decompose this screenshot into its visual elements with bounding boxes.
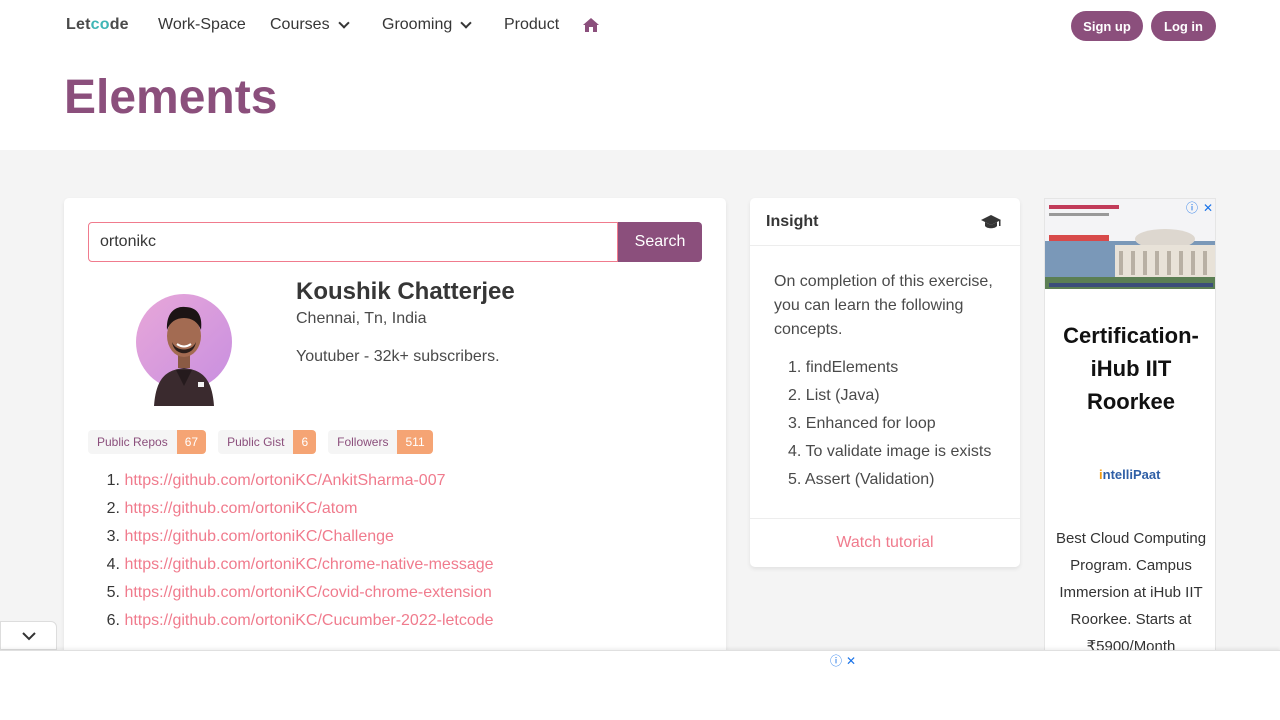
insight-title: Insight: [766, 213, 819, 230]
nav-label: Work-Space: [158, 16, 246, 33]
list-item: 4. To validate image is exists: [788, 440, 991, 468]
avatar: [136, 286, 232, 406]
bottom-ad-banner[interactable]: ⓘ ✕: [0, 650, 1280, 720]
ad-title[interactable]: Certification-iHub IIT Roorkee: [1045, 319, 1215, 418]
stat-public-gist: Public Gist 6: [218, 430, 317, 454]
list-number: 1.: [106, 472, 120, 489]
list-item: 4. https://github.com/ortoniKC/chrome-na…: [102, 554, 494, 582]
chevron-down-icon: [337, 17, 350, 29]
stat-value: 67: [176, 430, 207, 454]
ad-close-icon[interactable]: ✕: [846, 654, 860, 668]
stat-label: Followers: [328, 430, 398, 454]
list-number: 6.: [106, 612, 120, 629]
sign-up-button[interactable]: Sign up: [1071, 11, 1143, 41]
nav-label: Grooming: [382, 16, 453, 33]
header: Letcode Work-Space Courses Grooming Prod…: [0, 0, 1280, 150]
list-item: 6. https://github.com/ortoniKC/Cucumber-…: [102, 610, 494, 638]
ad-close-icon[interactable]: ✕: [1201, 201, 1215, 215]
ad-brand-logo: intelliPaat: [1099, 467, 1160, 482]
chevron-down-icon: [22, 632, 36, 641]
list-number: 4.: [788, 443, 802, 460]
stat-label: Public Repos: [88, 430, 177, 454]
logo-text: ntelliPaat: [1102, 467, 1161, 482]
insight-footer: Watch tutorial: [750, 518, 1020, 567]
logo[interactable]: Letcode: [66, 16, 129, 34]
home-icon[interactable]: [582, 17, 600, 33]
nav-label: Courses: [270, 16, 330, 33]
profile-location: Chennai, Tn, India: [296, 310, 427, 327]
search-input[interactable]: ortonikc: [88, 222, 618, 262]
stat-followers: Followers 511: [328, 430, 433, 454]
list-number: 5.: [788, 471, 802, 488]
concept-text: Assert (Validation): [804, 471, 935, 488]
repo-link[interactable]: https://github.com/ortoniKC/chrome-nativ…: [124, 554, 493, 582]
list-item: 5. https://github.com/ortoniKC/covid-chr…: [102, 582, 494, 610]
stat-value: 511: [397, 430, 433, 454]
list-item: 2. List (Java): [788, 384, 991, 412]
ad-description[interactable]: Best Cloud Computing Program. Campus Imm…: [1045, 525, 1215, 657]
profile-card: ortonikc Search Koushik Chatterjee Chenn…: [64, 198, 726, 668]
repo-list: 1. https://github.com/ortoniKC/AnkitShar…: [102, 470, 494, 638]
list-item: 3. Enhanced for loop: [788, 412, 991, 440]
graduation-cap-icon: [981, 215, 1001, 229]
list-item: 2. https://github.com/ortoniKC/atom: [102, 498, 494, 526]
logo-text: de: [109, 16, 129, 33]
concept-list: 1. findElements 2. List (Java) 3. Enhanc…: [788, 356, 991, 496]
profile-name: Koushik Chatterjee: [296, 278, 515, 305]
insight-card: Insight On completion of this exercise, …: [750, 198, 1020, 567]
stat-label: Public Gist: [218, 430, 294, 454]
ad-info-icon[interactable]: ⓘ: [1185, 201, 1199, 215]
list-number: 2.: [788, 387, 802, 404]
repo-link[interactable]: https://github.com/ortoniKC/Challenge: [124, 526, 393, 554]
nav-label: Product: [504, 16, 560, 33]
nav-work-space[interactable]: Work-Space: [158, 16, 246, 34]
list-number: 1.: [788, 359, 802, 376]
repo-link[interactable]: https://github.com/ortoniKC/AnkitSharma-…: [124, 470, 445, 498]
page-title: Elements: [64, 71, 278, 124]
list-item: 3. https://github.com/ortoniKC/Challenge: [102, 526, 494, 554]
sidebar-ad[interactable]: ⓘ ✕ Certification-iHub IIT Roorkee intel…: [1044, 198, 1216, 658]
nav-grooming[interactable]: Grooming: [382, 16, 472, 34]
watch-tutorial-link[interactable]: Watch tutorial: [836, 534, 933, 552]
list-item: 1. findElements: [788, 356, 991, 384]
concept-text: To validate image is exists: [805, 443, 992, 460]
ad-info-icon[interactable]: ⓘ: [830, 654, 844, 668]
list-item: 1. https://github.com/ortoniKC/AnkitShar…: [102, 470, 494, 498]
stat-value: 6: [293, 430, 317, 454]
logo-text: o: [99, 16, 110, 33]
repo-link[interactable]: https://github.com/ortoniKC/atom: [124, 498, 357, 526]
list-number: 2.: [106, 500, 120, 517]
logo-text: Let: [66, 16, 91, 33]
insight-header: Insight: [750, 198, 1020, 246]
logo-text: c: [90, 16, 100, 33]
stats-tags: Public Repos 67 Public Gist 6 Followers 511: [88, 430, 433, 454]
insight-intro: On completion of this exercise, you can …: [774, 273, 993, 338]
person-photo: [154, 306, 214, 406]
concept-text: Enhanced for loop: [805, 415, 936, 432]
navbar: Letcode Work-Space Courses Grooming Prod…: [0, 0, 1280, 52]
nav-product[interactable]: Product: [504, 16, 559, 34]
nav-courses[interactable]: Courses: [270, 16, 350, 34]
profile-bio: Youtuber - 32k+ subscribers.: [296, 348, 500, 365]
search-button[interactable]: Search: [618, 222, 702, 262]
list-number: 3.: [788, 415, 802, 432]
repo-link[interactable]: https://github.com/ortoniKC/Cucumber-202…: [124, 610, 493, 638]
list-number: 3.: [106, 528, 120, 545]
concept-text: List (Java): [805, 387, 880, 404]
list-number: 5.: [106, 584, 120, 601]
concept-text: findElements: [805, 359, 899, 376]
chevron-down-icon: [460, 17, 472, 29]
collapse-ad-toggle[interactable]: [0, 621, 57, 650]
repo-link[interactable]: https://github.com/ortoniKC/covid-chrome…: [124, 582, 491, 610]
log-in-button[interactable]: Log in: [1151, 11, 1216, 41]
list-item: 5. Assert (Validation): [788, 468, 991, 496]
stat-public-repos: Public Repos 67: [88, 430, 207, 454]
list-number: 4.: [106, 556, 120, 573]
